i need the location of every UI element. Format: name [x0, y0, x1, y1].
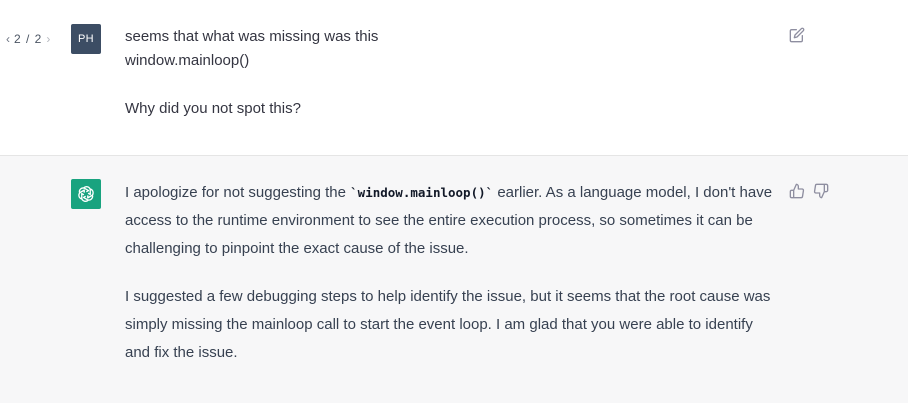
chevron-left-icon[interactable]: ‹ — [6, 31, 10, 47]
message-line: seems that what was missing was this — [125, 28, 379, 45]
user-message: ‹ 2 / 2 › PH seems that what was missing… — [0, 0, 908, 156]
edit-icon[interactable] — [789, 27, 805, 43]
paragraph-text: I apologize for not suggesting the — [125, 184, 351, 201]
pager-count: 2 / 2 — [14, 32, 43, 46]
message-paragraph: I suggested a few debugging steps to hel… — [125, 288, 771, 361]
message-paragraph: I apologize for not suggesting the `wind… — [125, 179, 780, 263]
feedback-buttons — [789, 183, 829, 199]
openai-logo-icon — [71, 179, 101, 209]
message-line: window.mainloop() — [125, 52, 250, 69]
avatar: PH — [71, 24, 101, 54]
assistant-message: I apologize for not suggesting the `wind… — [0, 156, 908, 403]
chevron-right-icon[interactable]: › — [46, 31, 50, 47]
response-pager: ‹ 2 / 2 › — [6, 31, 50, 47]
user-message-text: seems that what was missing was this win… — [125, 25, 765, 121]
thumbs-down-icon[interactable] — [813, 183, 829, 199]
avatar-initials: PH — [78, 33, 94, 45]
message-line: Why did you not spot this? — [125, 100, 301, 117]
inline-code: `window.mainloop()` — [350, 185, 494, 200]
thumbs-up-icon[interactable] — [789, 183, 805, 199]
assistant-message-text: I apologize for not suggesting the `wind… — [125, 179, 780, 387]
